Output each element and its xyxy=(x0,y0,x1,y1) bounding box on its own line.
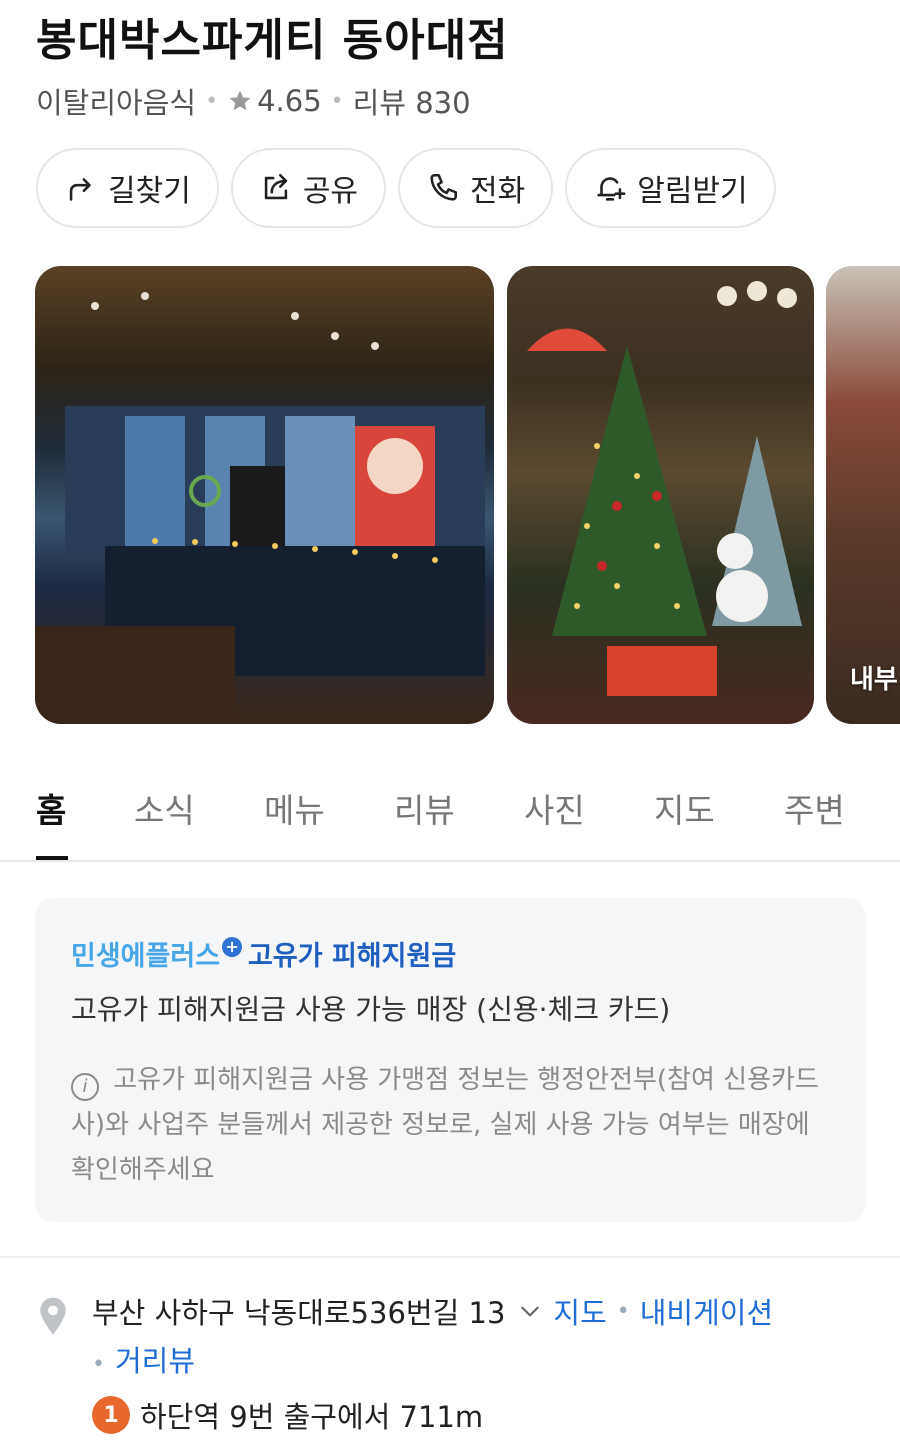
notice-main-text: 고유가 피해지원금 사용 가능 매장 (신용·체크 카드) xyxy=(71,993,671,1026)
active-tab-indicator xyxy=(36,856,68,860)
separator-dot: • xyxy=(330,88,344,114)
address-line: 부산 사하구 낙동대로536번길 13 지도 • 내비게이션 xyxy=(92,1290,773,1332)
section-divider xyxy=(0,1256,900,1258)
tab-nearby[interactable]: 주변 xyxy=(784,784,845,832)
notify-button[interactable]: 알림받기 xyxy=(565,148,776,228)
photo-badge: 내부 xyxy=(850,665,898,695)
map-link[interactable]: 지도 xyxy=(553,1290,606,1332)
tab-photos[interactable]: 사진 xyxy=(524,784,585,832)
directions-icon xyxy=(69,178,91,201)
notice-info-text: 고유가 피해지원금 사용 가맹점 정보는 행정안전부(참여 신용카드사)와 사업… xyxy=(71,1065,819,1185)
tab-reviews[interactable]: 리뷰 xyxy=(394,784,455,832)
photo-interior-third[interactable]: 내부 xyxy=(826,266,900,724)
station-distance-text: 하단역 9번 출구에서 711m xyxy=(140,1400,484,1434)
address-text: 부산 사하구 낙동대로536번길 13 xyxy=(92,1296,506,1330)
navigation-link[interactable]: 내비게이션 xyxy=(640,1290,773,1332)
share-button[interactable]: 공유 xyxy=(230,148,387,228)
info-icon: i xyxy=(71,1073,99,1101)
location-pin-icon xyxy=(40,1297,66,1335)
separator-dot: • xyxy=(92,1352,105,1377)
call-label: 전화 xyxy=(470,174,526,209)
directions-label: 길찾기 xyxy=(108,174,191,209)
tab-menu[interactable]: 메뉴 xyxy=(264,784,325,832)
address-line-2: • 거리뷰 xyxy=(92,1338,195,1380)
photo-illustration xyxy=(527,281,802,696)
share-label: 공유 xyxy=(302,174,359,209)
separator-dot: • xyxy=(616,1298,630,1324)
star-icon xyxy=(229,90,251,111)
tab-map[interactable]: 지도 xyxy=(654,784,715,832)
tab-bar: 홈 소식 메뉴 리뷰 사진 지도 주변 xyxy=(0,756,900,862)
place-meta: 이탈리아음식 • 4.65 • 리뷰 830 xyxy=(36,80,471,122)
tab-home[interactable]: 홈 xyxy=(36,784,66,832)
share-icon xyxy=(264,173,288,200)
notice-brand-logo: 민생에플러스 + 고유가 피해지원금 xyxy=(71,934,456,973)
bell-plus-icon xyxy=(597,177,626,201)
brand-right-text: 고유가 피해지원금 xyxy=(248,941,457,972)
notify-label: 알림받기 xyxy=(637,174,748,209)
notice-info-block: i 고유가 피해지원금 사용 가맹점 정보는 행정안전부(참여 신용카드사)와 … xyxy=(71,1058,841,1193)
photo-carousel[interactable]: 내부 xyxy=(0,266,900,726)
rating-value: 4.65 xyxy=(257,84,322,118)
action-bar: 길찾기 공유 전화 알림받기 xyxy=(36,148,776,228)
photo-christmas-tree[interactable] xyxy=(507,266,814,724)
support-fund-notice: 민생에플러스 + 고유가 피해지원금 고유가 피해지원금 사용 가능 매장 (신… xyxy=(35,898,866,1222)
photo-interior-window[interactable] xyxy=(35,266,494,724)
photo-illustration xyxy=(35,292,485,724)
tab-news[interactable]: 소식 xyxy=(134,784,195,832)
category-label: 이탈리아음식 xyxy=(36,86,197,120)
review-count-link[interactable]: 리뷰 830 xyxy=(353,80,471,122)
brand-left-text: 민생에플러스 xyxy=(71,941,221,972)
call-button[interactable]: 전화 xyxy=(398,148,554,228)
separator-dot: • xyxy=(205,88,219,114)
nearest-station: 1 하단역 9번 출구에서 711m xyxy=(92,1394,483,1436)
chevron-down-icon[interactable] xyxy=(517,1298,543,1324)
subway-line-badge: 1 xyxy=(92,1396,130,1434)
plus-icon: + xyxy=(222,936,243,957)
street-view-link[interactable]: 거리뷰 xyxy=(115,1344,195,1378)
directions-button[interactable]: 길찾기 xyxy=(36,148,219,228)
phone-icon xyxy=(430,173,458,201)
place-title: 봉대박스파게티 동아대점 xyxy=(36,15,509,66)
